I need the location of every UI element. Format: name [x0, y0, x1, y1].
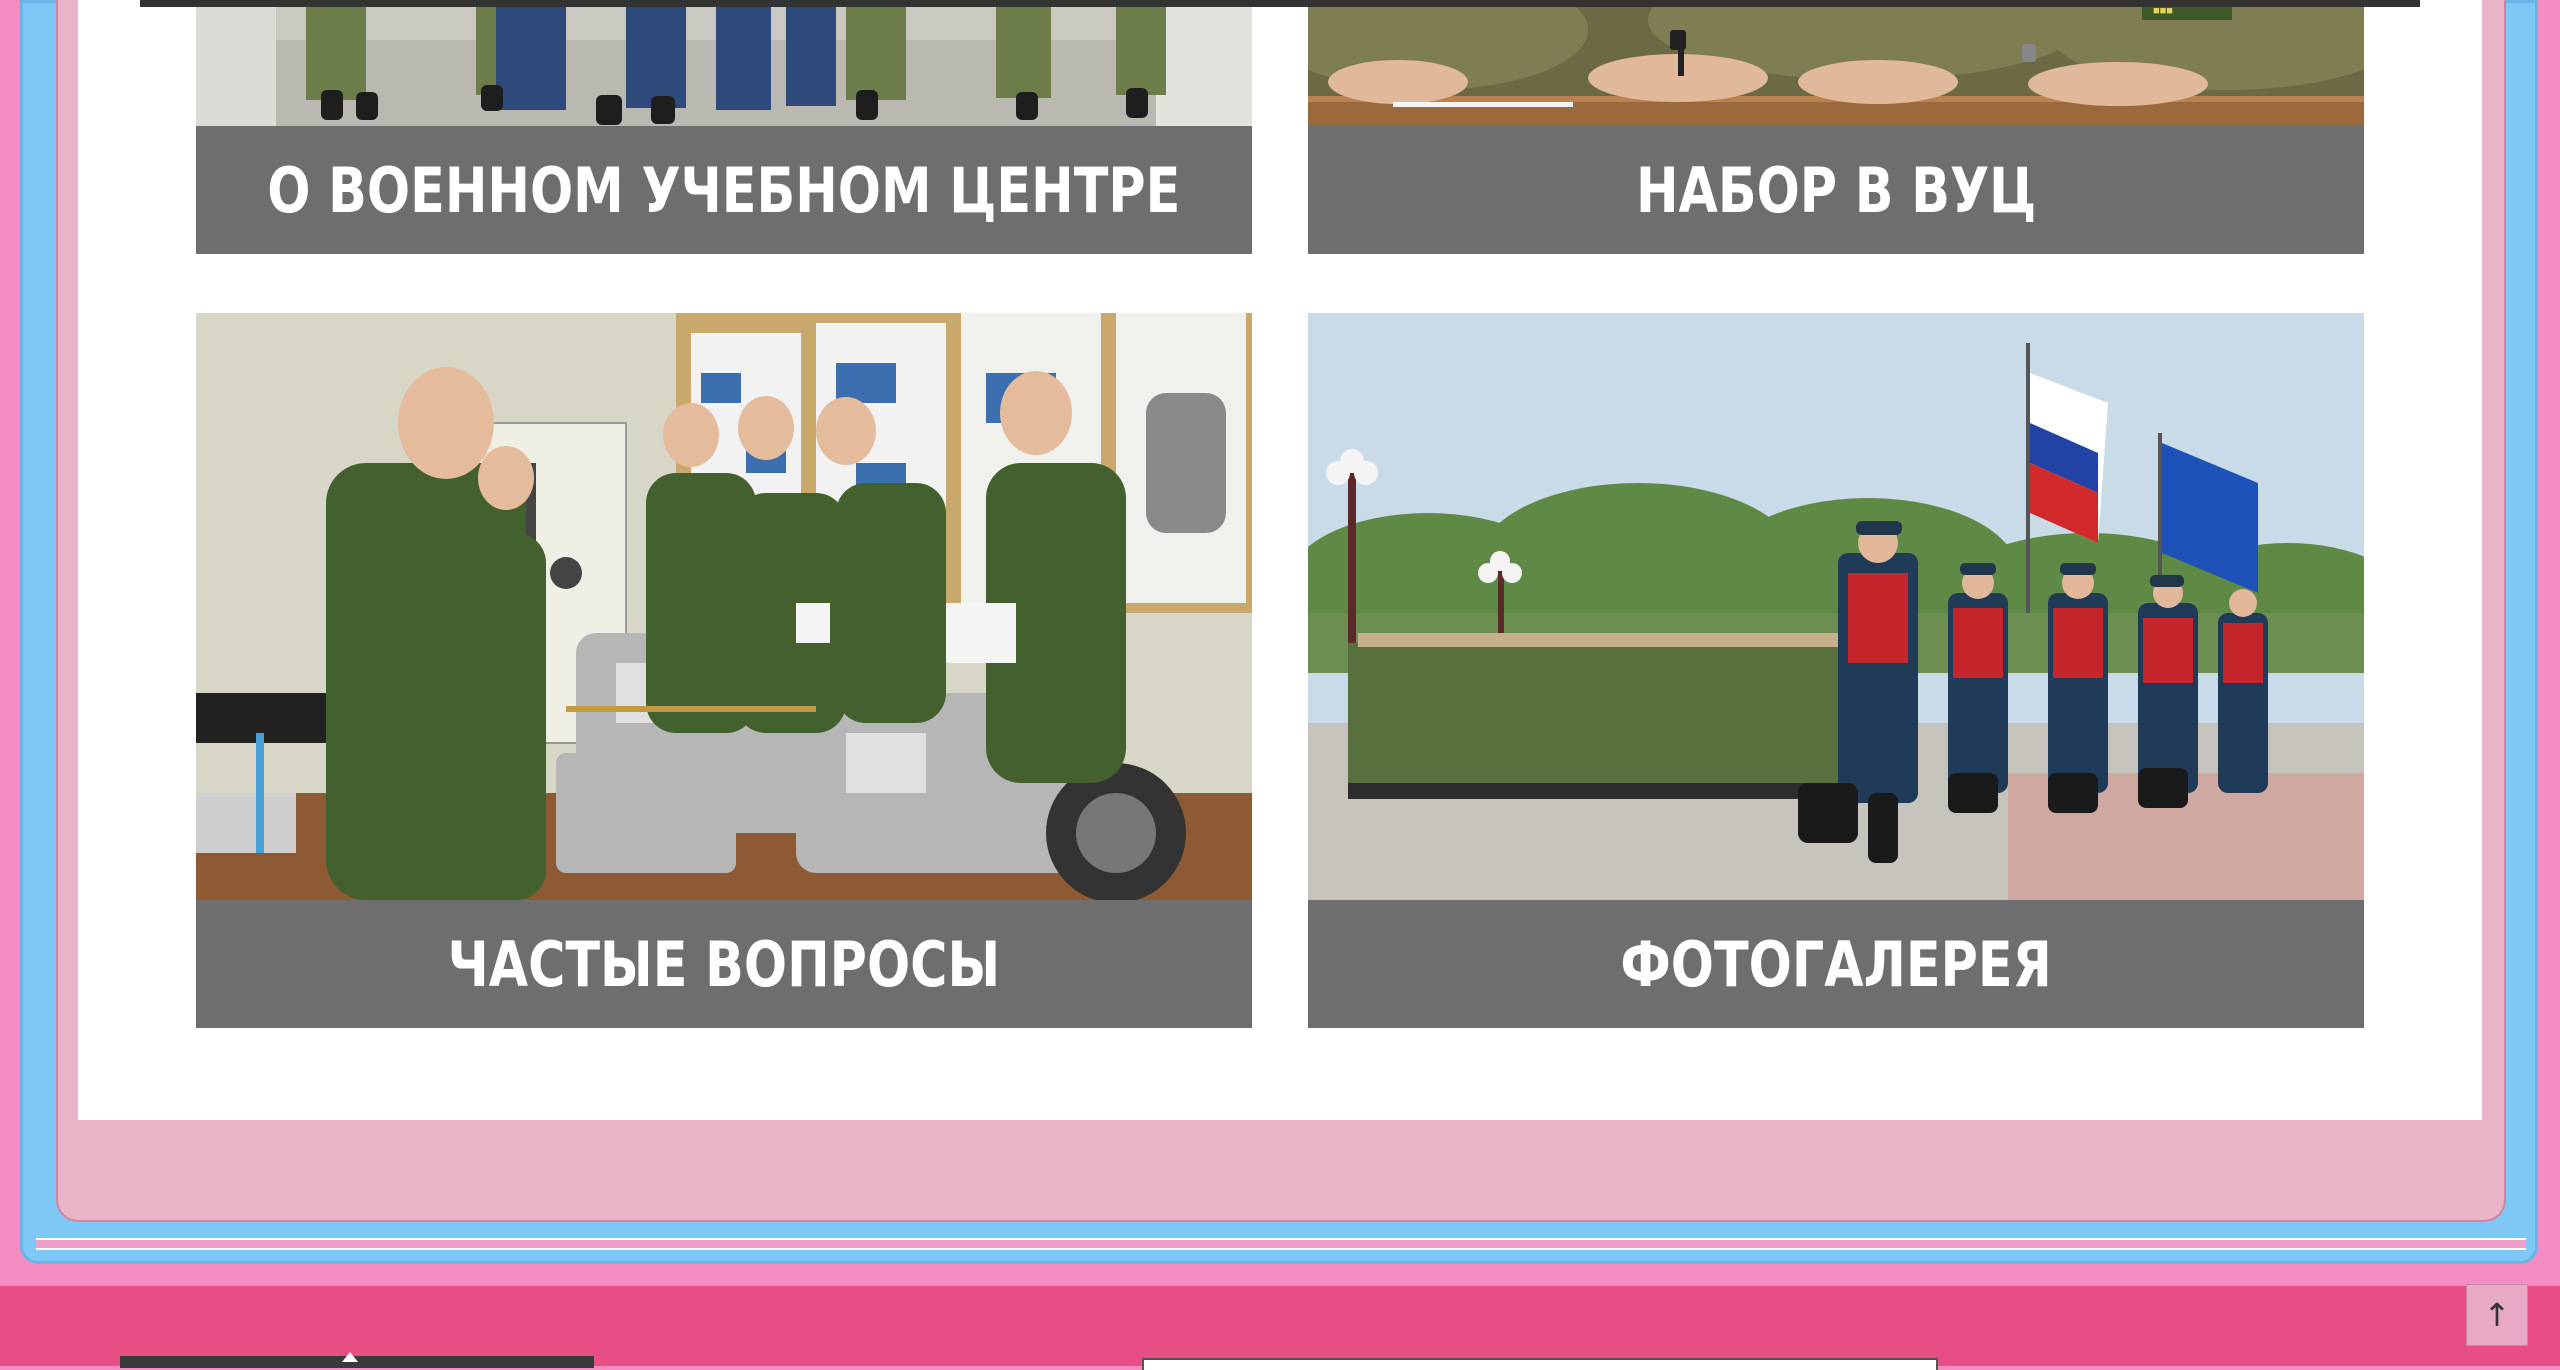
decorative-stripe [36, 1238, 2526, 1250]
admission-caption[interactable]: НАБОР В ВУЦ [1308, 126, 2364, 254]
faq-photo [196, 313, 1252, 900]
footer-logo[interactable] [120, 1352, 594, 1368]
gallery-caption[interactable]: ФОТОГАЛЕРЕЯ [1308, 900, 2364, 1028]
about-label: О ВОЕННОМ УЧЕБНОМ ЦЕНТРЕ [267, 153, 1181, 227]
faq-caption[interactable]: ЧАСТЫЕ ВОПРОСЫ [196, 900, 1252, 1028]
card-gallery[interactable]: ФОТОГАЛЕРЕЯ [1308, 313, 2364, 1028]
gallery-label: ФОТОГАЛЕРЕЯ [1620, 927, 2052, 1001]
footer-search-field[interactable] [1142, 1358, 1938, 1370]
faq-label: ЧАСТЫЕ ВОПРОСЫ [447, 927, 1001, 1001]
scroll-to-top-button[interactable]: ↑ [2466, 1284, 2528, 1346]
card-faq[interactable]: ЧАСТЫЕ ВОПРОСЫ [196, 313, 1252, 1028]
admission-photo: ■■■ [1308, 0, 2364, 126]
top-bar [140, 0, 2420, 7]
gallery-photo [1308, 313, 2364, 900]
card-about[interactable]: О ВОЕННОМ УЧЕБНОМ ЦЕНТРЕ [196, 0, 1252, 254]
about-caption[interactable]: О ВОЕННОМ УЧЕБНОМ ЦЕНТРЕ [196, 126, 1252, 254]
arrow-up-icon: ↑ [2483, 1296, 2511, 1334]
card-admission[interactable]: ■■■ НАБОР В ВУЦ [1308, 0, 2364, 254]
admission-label: НАБОР В ВУЦ [1635, 153, 2037, 227]
logo-triangle-icon [342, 1352, 358, 1362]
about-photo [196, 0, 1252, 126]
site-footer [0, 1286, 2560, 1366]
